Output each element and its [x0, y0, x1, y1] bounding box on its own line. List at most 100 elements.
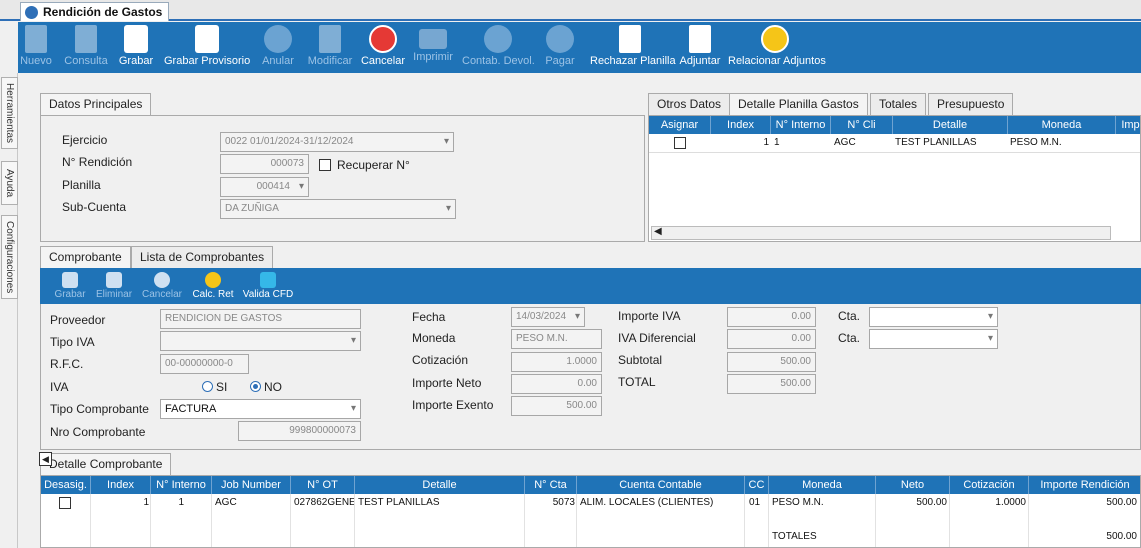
importe-exento-field[interactable]: 500.00 — [511, 396, 602, 416]
new-button[interactable]: Nuevo — [18, 22, 54, 73]
pay-icon — [546, 25, 574, 53]
query-button[interactable]: Consulta — [62, 22, 110, 73]
col-imp[interactable]: Imp — [1116, 116, 1140, 134]
col-index[interactable]: Index — [91, 476, 151, 494]
tab-detalle-comprobante[interactable]: Detalle Comprobante — [40, 453, 172, 475]
row-moneda: PESO M.N. — [1010, 137, 1062, 148]
rfc-field[interactable]: 00-00000000-0 — [160, 354, 249, 374]
cta-select-2[interactable] — [869, 329, 998, 349]
totales-value: 500.00 — [1106, 531, 1137, 542]
col-moneda[interactable]: Moneda — [1008, 116, 1116, 134]
save-icon — [62, 272, 78, 288]
col-index[interactable]: Index — [711, 116, 771, 134]
rendicion-label: N° Rendición — [62, 155, 133, 169]
title-bar — [0, 0, 1141, 21]
proveedor-field[interactable]: RENDICION DE GASTOS — [160, 309, 361, 329]
reject-sheet-icon — [619, 25, 641, 53]
iva-si-radio[interactable]: SI — [202, 380, 227, 394]
proveedor-label: Proveedor — [50, 313, 106, 327]
col-cta[interactable]: N° Cta — [525, 476, 577, 494]
rendicion-field[interactable]: 000073 — [220, 154, 309, 174]
tab-datos-principales[interactable]: Datos Principales — [40, 93, 152, 115]
cell-cc: 01 — [749, 497, 761, 508]
col-asignar[interactable]: Asignar — [649, 116, 711, 134]
ejercicio-select[interactable]: 0022 01/01/2024-31/12/2024 — [220, 132, 454, 152]
accounting-icon — [484, 25, 512, 53]
new-doc-icon — [25, 25, 47, 53]
col-interno[interactable]: N° Interno — [771, 116, 831, 134]
iva-no-radio[interactable]: NO — [250, 380, 282, 394]
reject-sheet-button[interactable]: Rechazar Planilla — [590, 22, 676, 73]
col-desasig[interactable]: Desasig. — [41, 476, 91, 494]
asignar-checkbox[interactable] — [674, 137, 686, 149]
edit-button[interactable]: Modificar — [306, 22, 354, 73]
save-draft-button[interactable]: Grabar Provisorio — [164, 22, 250, 73]
row-index: 1 — [763, 137, 769, 148]
window-tab[interactable]: Rendición de Gastos — [20, 2, 170, 21]
col-interno[interactable]: N° Interno — [151, 476, 212, 494]
cell-ot: 027862GENE — [294, 497, 354, 508]
print-button[interactable]: Imprimir — [412, 22, 454, 73]
cotizacion-field[interactable]: 1.0000 — [511, 352, 602, 372]
col-job-number[interactable]: Job Number — [212, 476, 291, 494]
horizontal-scrollbar[interactable]: ◀ — [651, 226, 1111, 240]
tab-comprobante[interactable]: Comprobante — [40, 246, 131, 268]
attach-button[interactable]: Adjuntar — [678, 22, 722, 73]
col-cc[interactable]: CC — [745, 476, 769, 494]
tab-totales[interactable]: Totales — [870, 93, 927, 115]
iva-diferencial-field[interactable]: 0.00 — [727, 329, 816, 349]
importe-exento-label: Importe Exento — [412, 398, 494, 412]
tab-presupuesto[interactable]: Presupuesto — [928, 93, 1014, 115]
comp-cancel-button[interactable]: Cancelar — [140, 268, 184, 300]
window-title: Rendición de Gastos — [43, 5, 163, 19]
cell-cuenta: ALIM. LOCALES (CLIENTES) — [580, 497, 714, 508]
comp-save-button[interactable]: Grabar — [50, 268, 90, 300]
tab-lista-comprobantes[interactable]: Lista de Comprobantes — [131, 246, 274, 268]
scroll-left-icon[interactable]: ◀ — [39, 452, 52, 466]
col-cotizacion[interactable]: Cotización — [950, 476, 1029, 494]
moneda-field[interactable]: PESO M.N. — [511, 329, 602, 349]
nro-comprobante-label: Nro Comprobante — [50, 425, 146, 439]
sidebar-tab-help[interactable]: Ayuda — [1, 161, 18, 205]
scroll-left-icon[interactable]: ◀ — [654, 226, 662, 237]
col-neto[interactable]: Neto — [876, 476, 950, 494]
importe-iva-field[interactable]: 0.00 — [727, 307, 816, 327]
save-button[interactable]: Grabar — [116, 22, 156, 73]
pay-button[interactable]: Pagar — [544, 22, 576, 73]
link-attachments-button[interactable]: Relacionar Adjuntos — [728, 22, 826, 73]
col-importe-rendicion[interactable]: Importe Rendición — [1029, 476, 1140, 494]
comp-delete-button[interactable]: Eliminar — [92, 268, 136, 300]
cancel-button[interactable]: Cancelar — [360, 22, 406, 73]
col-cli[interactable]: N° Cli — [831, 116, 893, 134]
col-detalle[interactable]: Detalle — [355, 476, 525, 494]
sidebar-tab-config[interactable]: Configuraciones — [1, 215, 18, 299]
tipo-comprobante-select[interactable]: FACTURA — [160, 399, 361, 419]
cta-label-1: Cta. — [838, 309, 861, 323]
col-moneda[interactable]: Moneda — [769, 476, 876, 494]
subtotal-label: Subtotal — [618, 353, 663, 367]
tab-otros-datos[interactable]: Otros Datos — [648, 93, 731, 115]
planilla-select[interactable]: 000414 — [220, 177, 309, 197]
col-cuenta-contable[interactable]: Cuenta Contable — [577, 476, 745, 494]
tab-detalle-planilla[interactable]: Detalle Planilla Gastos — [729, 93, 868, 115]
fecha-field[interactable]: 14/03/2024 — [511, 307, 585, 327]
tipo-iva-select[interactable] — [160, 331, 361, 351]
void-button[interactable]: Anular — [260, 22, 296, 73]
subtotal-field[interactable]: 500.00 — [727, 352, 816, 372]
col-detalle[interactable]: Detalle — [893, 116, 1008, 134]
recuperar-checkbox[interactable] — [319, 159, 331, 171]
importe-neto-field[interactable]: 0.00 — [511, 374, 602, 394]
fecha-label: Fecha — [412, 310, 446, 324]
accounting-return-button[interactable]: Contab. Devol. — [462, 22, 535, 73]
desasig-checkbox[interactable] — [59, 497, 71, 509]
calc-ret-button[interactable]: Calc. Ret — [190, 268, 236, 300]
subcuenta-select[interactable]: DA ZUÑIGA — [220, 199, 456, 219]
subcuenta-label: Sub-Cuenta — [62, 200, 127, 214]
sidebar-tab-tools[interactable]: Herramientas — [1, 77, 18, 149]
cell-index: 1 — [143, 497, 149, 508]
valida-cfd-button[interactable]: Valida CFD — [242, 268, 294, 300]
nro-comprobante-field[interactable]: 999800000073 — [238, 421, 361, 441]
total-field[interactable]: 500.00 — [727, 374, 816, 394]
cta-select-1[interactable] — [869, 307, 998, 327]
col-ot[interactable]: N° OT — [291, 476, 355, 494]
